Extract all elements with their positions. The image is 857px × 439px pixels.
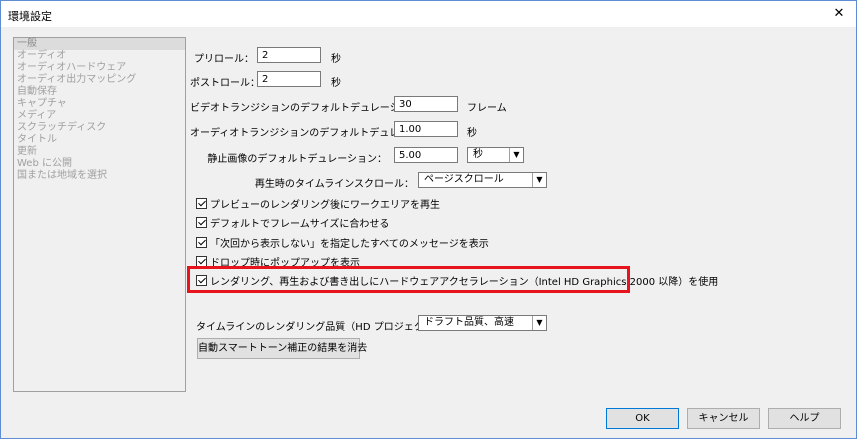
- chevron-down-icon: ▼: [509, 148, 523, 162]
- titlebar: 環境設定 ✕: [1, 1, 856, 27]
- sidebar-item-media[interactable]: メディア: [14, 110, 185, 122]
- still-image-label: 静止画像のデフォルトデュレーション：: [207, 154, 387, 165]
- postroll-label: ポストロール：: [190, 78, 260, 89]
- checkbox-checked-icon[interactable]: [196, 217, 207, 228]
- sidebar-item-capture[interactable]: キャプチャ: [14, 98, 185, 110]
- checkbox-checked-icon[interactable]: [196, 237, 207, 248]
- still-image-input[interactable]: [394, 147, 458, 163]
- sidebar-item-web-publish[interactable]: Web に公開: [14, 158, 185, 170]
- sidebar-item-audio-hardware[interactable]: オーディオハードウェア: [14, 62, 185, 74]
- ok-button[interactable]: OK: [606, 408, 679, 429]
- audio-transition-input[interactable]: [394, 121, 458, 137]
- audio-transition-unit: 秒: [467, 128, 477, 139]
- video-transition-input[interactable]: [394, 96, 458, 112]
- still-image-unit-select[interactable]: 秒 ▼: [467, 147, 524, 163]
- checkbox-play-after-render[interactable]: プレビューのレンダリング後にワークエリアを再生: [196, 196, 440, 211]
- window-title: 環境設定: [8, 10, 52, 23]
- clear-smart-tone-button[interactable]: 自動スマートトーン補正の結果を消去: [197, 338, 367, 359]
- sidebar-item-region[interactable]: 国または地域を選択: [14, 170, 185, 182]
- preroll-label: プリロール：: [194, 54, 254, 65]
- category-list[interactable]: 一般 オーディオ オーディオハードウェア オーディオ出力マッピング 自動保存 キ…: [13, 37, 186, 392]
- audio-transition-label: オーディオトランジションのデフォルトデュレーション：: [190, 128, 449, 139]
- highlight-box: [187, 266, 630, 293]
- still-image-unit-value: 秒: [473, 149, 483, 160]
- postroll-input[interactable]: [257, 71, 321, 87]
- timeline-scroll-value: ページスクロール: [424, 174, 504, 185]
- help-button[interactable]: ヘルプ: [768, 408, 841, 429]
- close-icon[interactable]: ✕: [826, 3, 852, 25]
- video-transition-unit: フレーム: [467, 103, 507, 114]
- sidebar-item-auto-save[interactable]: 自動保存: [14, 86, 185, 98]
- checkbox-label: デフォルトでフレームサイズに合わせる: [210, 219, 390, 230]
- chevron-down-icon: ▼: [532, 316, 546, 330]
- checkbox-show-all-messages[interactable]: 「次回から表示しない」を指定したすべてのメッセージを表示: [196, 235, 489, 250]
- checkbox-checked-icon[interactable]: [196, 198, 207, 209]
- postroll-unit: 秒: [331, 78, 341, 89]
- render-quality-value: ドラフト品質、高速: [424, 317, 514, 328]
- cancel-button[interactable]: キャンセル: [687, 408, 760, 429]
- checkbox-label: 「次回から表示しない」を指定したすべてのメッセージを表示: [210, 239, 489, 250]
- render-quality-select[interactable]: ドラフト品質、高速 ▼: [418, 315, 547, 331]
- sidebar-item-update[interactable]: 更新: [14, 146, 185, 158]
- preroll-unit: 秒: [331, 54, 341, 65]
- timeline-scroll-select[interactable]: ページスクロール ▼: [418, 172, 547, 188]
- sidebar-item-scratch-disk[interactable]: スクラッチディスク: [14, 122, 185, 134]
- checkbox-label: プレビューのレンダリング後にワークエリアを再生: [210, 200, 440, 211]
- sidebar-item-title[interactable]: タイトル: [14, 134, 185, 146]
- chevron-down-icon: ▼: [532, 173, 546, 187]
- sidebar-item-audio[interactable]: オーディオ: [14, 50, 185, 62]
- preroll-input[interactable]: [257, 47, 321, 63]
- sidebar-item-general[interactable]: 一般: [14, 38, 185, 50]
- sidebar-item-audio-output-mapping[interactable]: オーディオ出力マッピング: [14, 74, 185, 86]
- video-transition-label: ビデオトランジションのデフォルトデュレーション：: [190, 103, 430, 114]
- timeline-scroll-label: 再生時のタイムラインスクロール：: [254, 179, 414, 190]
- checkbox-fit-frame-size[interactable]: デフォルトでフレームサイズに合わせる: [196, 215, 390, 230]
